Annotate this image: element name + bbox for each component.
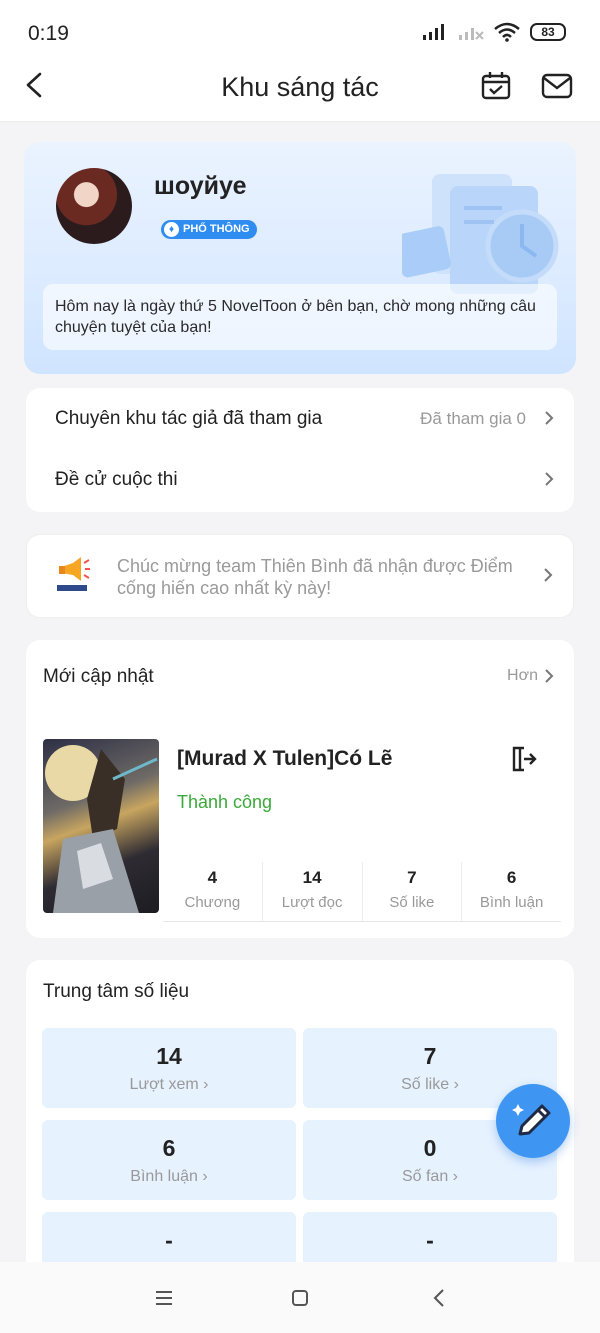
megaphone-icon	[57, 557, 90, 591]
signal-off-icon	[459, 28, 484, 40]
tile-views[interactable]: 14 Lượt xem ›	[42, 1028, 296, 1108]
recent-updates-card: Mới cập nhật Hơn [Murad X Tulen]Có Lẽ Th…	[26, 640, 574, 938]
status-time: 0:19	[28, 22, 69, 45]
chevron-right-icon	[545, 411, 554, 425]
stat-label: Số like	[389, 894, 435, 911]
menu-label: Đề cử cuộc thi	[55, 469, 178, 490]
welcome-message: Hôm nay là ngày thứ 5 NovelToon ở bên bạ…	[43, 284, 557, 350]
tile-value: 14	[156, 1043, 182, 1069]
data-center-card: Trung tâm số liệu 14 Lượt xem › 7 Số lik…	[26, 960, 574, 1292]
tile-value: -	[165, 1227, 173, 1253]
chevron-right-icon	[545, 472, 554, 486]
stat-value: 14	[302, 868, 322, 887]
menu-row-contest[interactable]: Đề cử cuộc thi	[26, 449, 574, 509]
profile-card: шоуйуе ♦ PHỔ THÔNG Hôm nay là ngày thứ 5…	[24, 142, 576, 374]
tier-badge: ♦ PHỔ THÔNG	[161, 220, 257, 239]
tile-comments[interactable]: 6 Bình luận ›	[42, 1120, 296, 1200]
menu-value: Đã tham gia 0	[420, 409, 526, 428]
menu-row-joined-zones[interactable]: Chuyên khu tác giả đã tham gia Đã tham g…	[26, 388, 574, 448]
status-icons: 83	[422, 22, 566, 42]
signal-icon	[423, 24, 444, 40]
wifi-icon	[494, 22, 520, 42]
stat-comments: 6 Bình luận	[462, 862, 561, 921]
tile-value: -	[426, 1227, 434, 1253]
username: шоуйуе	[154, 172, 247, 200]
stat-label: Chương	[184, 894, 241, 911]
status-bar: 0:19 83	[0, 0, 600, 60]
stat-value: 4	[207, 868, 218, 887]
book-stats: 4 Chương 14 Lượt đọc 7 Số like 6 Bình lu…	[163, 862, 561, 922]
stat-chapters: 4 Chương	[163, 862, 263, 921]
book-title[interactable]: [Murad X Tulen]Có Lẽ	[177, 747, 392, 771]
back-icon[interactable]	[428, 1286, 452, 1310]
notice-text: Chúc mừng team Thiên Bình đã nhận được Đ…	[117, 556, 513, 598]
stat-label: Bình luận	[479, 894, 544, 911]
stat-value: 6	[506, 868, 517, 887]
book-clock-illustration	[402, 174, 559, 294]
stat-label: Lượt đọc	[281, 894, 343, 911]
menu-card: Chuyên khu tác giả đã tham gia Đã tham g…	[26, 388, 574, 512]
pencil-icon	[512, 1104, 551, 1136]
mail-icon[interactable]	[540, 70, 574, 102]
home-square-icon[interactable]	[288, 1286, 312, 1310]
section-title: Trung tâm số liệu	[43, 981, 190, 1002]
book-cover[interactable]	[43, 739, 159, 913]
tile-label: Lượt xem ›	[129, 1076, 209, 1093]
tile-label: Số fan ›	[401, 1168, 459, 1185]
top-app-bar: Khu sáng tác	[0, 60, 600, 122]
menu-label: Chuyên khu tác giả đã tham gia	[55, 408, 323, 429]
tier-label: PHỔ THÔNG	[183, 223, 250, 235]
chevron-right-icon[interactable]	[544, 668, 554, 684]
calendar-check-icon[interactable]	[480, 70, 512, 102]
tile-value: 7	[423, 1043, 437, 1069]
notice-banner[interactable]: Chúc mừng team Thiên Bình đã nhận được Đ…	[26, 534, 574, 618]
battery-icon: 83	[530, 23, 566, 41]
section-title: Mới cập nhật	[43, 666, 154, 687]
chevron-right-icon	[544, 568, 553, 582]
tile-label: Bình luận ›	[130, 1168, 208, 1185]
tile-value: 6	[162, 1135, 176, 1161]
stat-likes: 7 Số like	[363, 862, 463, 921]
stat-value: 7	[407, 868, 417, 887]
avatar[interactable]	[56, 168, 132, 244]
system-nav-bar	[0, 1262, 600, 1333]
stat-reads: 14 Lượt đọc	[263, 862, 363, 921]
write-fab-button[interactable]	[496, 1084, 570, 1158]
exit-icon[interactable]	[510, 745, 538, 773]
more-link[interactable]: Hơn	[507, 667, 538, 685]
menu-icon[interactable]	[152, 1286, 176, 1310]
tier-icon: ♦	[164, 222, 179, 237]
cover-art	[45, 745, 158, 913]
book-status: Thành công	[177, 792, 273, 812]
